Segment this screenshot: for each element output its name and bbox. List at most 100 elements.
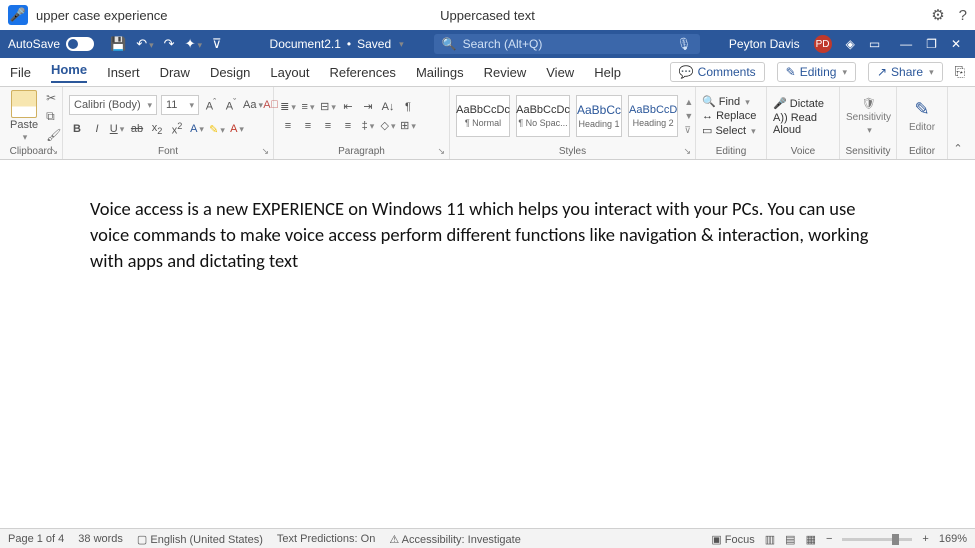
share-button[interactable]: ↗ Share ▾ — [868, 62, 943, 82]
numbering-icon[interactable]: ≡▾ — [300, 101, 316, 113]
ribbon-display-icon[interactable]: ▭ — [869, 37, 880, 51]
tab-design[interactable]: Design — [210, 65, 250, 80]
tab-layout[interactable]: Layout — [270, 65, 309, 80]
zoom-level[interactable]: 169% — [939, 533, 967, 545]
change-case-icon[interactable]: Aa▾ — [243, 99, 259, 111]
style-heading2[interactable]: AaBbCcDHeading 2 — [628, 95, 678, 137]
read-aloud-button[interactable]: A)) Read Aloud — [773, 112, 833, 136]
highlight-icon[interactable]: ✎▾ — [209, 123, 225, 136]
styles-more-icon[interactable]: ⊽ — [684, 125, 693, 136]
status-page[interactable]: Page 1 of 4 — [8, 533, 64, 545]
status-predictions[interactable]: Text Predictions: On — [277, 533, 375, 545]
collapse-ribbon-icon[interactable]: ⌃ — [953, 142, 962, 155]
style-normal[interactable]: AaBbCcDc¶ Normal — [456, 95, 510, 137]
read-mode-icon[interactable]: ▥ — [765, 533, 775, 546]
styles-up-icon[interactable]: ▲ — [684, 97, 693, 107]
strike-icon[interactable]: ab — [129, 123, 145, 135]
dictate-button[interactable]: 🎤 Dictate — [773, 97, 833, 110]
tab-draw[interactable]: Draw — [160, 65, 190, 80]
tab-home[interactable]: Home — [51, 62, 87, 83]
paragraph-launcher[interactable]: ↘ — [437, 146, 445, 157]
document-canvas[interactable]: Voice access is a new EXPERIENCE on Wind… — [0, 160, 975, 528]
tab-insert[interactable]: Insert — [107, 65, 140, 80]
sensitivity-button[interactable]: 🛡 Sensitivity ▾ — [846, 97, 891, 136]
tab-view[interactable]: View — [546, 65, 574, 80]
redo-icon[interactable]: ↷ — [164, 36, 175, 52]
sort-icon[interactable]: A↓ — [380, 101, 396, 113]
align-left-icon[interactable]: ≡ — [280, 120, 296, 132]
text-effects-icon[interactable]: A▾ — [189, 123, 205, 135]
underline-icon[interactable]: U▾ — [109, 123, 125, 135]
editor-button[interactable]: ✎ Editor — [903, 99, 941, 133]
close-button[interactable]: ✕ — [951, 37, 961, 51]
avatar[interactable]: PD — [814, 35, 832, 53]
web-layout-icon[interactable]: ▦ — [806, 533, 816, 546]
focus-mode-button[interactable]: ▣ Focus — [711, 533, 754, 546]
align-right-icon[interactable]: ≡ — [320, 120, 336, 132]
search-mic-icon[interactable]: 🎙 — [676, 37, 691, 51]
undo-icon[interactable]: ↶▾ — [136, 36, 153, 52]
qat-customize-icon[interactable]: ⊽ — [212, 36, 222, 52]
shading-icon[interactable]: ◇▾ — [380, 119, 396, 132]
document-name[interactable]: Document2.1 — [270, 37, 341, 51]
shrink-font-icon[interactable]: Aˇ — [223, 97, 239, 113]
find-button[interactable]: 🔍 Find ▾ — [702, 95, 756, 108]
comments-button[interactable]: 💬 Comments — [670, 62, 765, 82]
present-icon[interactable]: ⎘ — [955, 64, 965, 80]
decrease-indent-icon[interactable]: ⇤ — [340, 100, 356, 113]
styles-launcher[interactable]: ↘ — [683, 146, 691, 157]
clipboard-launcher[interactable]: ↘ — [50, 146, 58, 157]
status-words[interactable]: 38 words — [78, 533, 123, 545]
zoom-out-button[interactable]: − — [826, 533, 832, 545]
qat-more-icon[interactable]: ✦▾ — [185, 36, 202, 52]
tab-mailings[interactable]: Mailings — [416, 65, 464, 80]
superscript-icon[interactable]: x2 — [169, 121, 185, 137]
maximize-button[interactable]: ❐ — [926, 37, 937, 51]
save-icon[interactable]: 💾 — [110, 36, 126, 52]
zoom-in-button[interactable]: + — [922, 533, 928, 545]
search-input[interactable]: 🔍 Search (Alt+Q) 🎙 — [434, 34, 700, 54]
user-name[interactable]: Peyton Davis — [729, 37, 800, 51]
paste-icon[interactable] — [11, 90, 37, 118]
align-center-icon[interactable]: ≡ — [300, 120, 316, 132]
bold-icon[interactable]: B — [69, 123, 85, 135]
style-no-spacing[interactable]: AaBbCcDc¶ No Spac... — [516, 95, 570, 137]
show-marks-icon[interactable]: ¶ — [400, 101, 416, 113]
autosave-toggle[interactable] — [66, 37, 94, 51]
justify-icon[interactable]: ≡ — [340, 120, 356, 132]
bullets-icon[interactable]: ≣▾ — [280, 100, 296, 113]
select-button[interactable]: ▭ Select ▾ — [702, 124, 756, 137]
subscript-icon[interactable]: x2 — [149, 122, 165, 136]
tab-file[interactable]: File — [10, 65, 31, 80]
editing-mode-button[interactable]: ✎ Editing ▾ — [777, 62, 856, 82]
status-accessibility[interactable]: ⚠ Accessibility: Investigate — [389, 533, 521, 546]
cut-icon[interactable]: ✂ — [46, 91, 61, 105]
italic-icon[interactable]: I — [89, 123, 105, 135]
settings-icon[interactable]: ⚙ — [931, 6, 944, 24]
print-layout-icon[interactable]: ▤ — [785, 533, 795, 546]
paste-button[interactable]: Paste — [10, 119, 38, 131]
diamond-icon[interactable]: ◈ — [846, 37, 855, 51]
zoom-slider[interactable] — [842, 538, 912, 541]
multilevel-icon[interactable]: ⊟▾ — [320, 100, 336, 113]
tab-review[interactable]: Review — [484, 65, 527, 80]
style-heading1[interactable]: AaBbCcHeading 1 — [576, 95, 622, 137]
tab-help[interactable]: Help — [594, 65, 621, 80]
copy-icon[interactable]: ⧉ — [46, 109, 61, 124]
styles-down-icon[interactable]: ▼ — [684, 111, 693, 121]
font-size-combo[interactable]: 11▾ — [161, 95, 199, 115]
font-name-combo[interactable]: Calibri (Body)▾ — [69, 95, 157, 115]
minimize-button[interactable]: ― — [900, 37, 912, 51]
line-spacing-icon[interactable]: ‡▾ — [360, 120, 376, 132]
font-launcher[interactable]: ↘ — [261, 146, 269, 157]
format-painter-icon[interactable]: 🖌 — [46, 128, 61, 142]
increase-indent-icon[interactable]: ⇥ — [360, 100, 376, 113]
replace-button[interactable]: ↔ Replace — [702, 110, 756, 122]
document-body-text[interactable]: Voice access is a new EXPERIENCE on Wind… — [90, 196, 895, 274]
tab-references[interactable]: References — [329, 65, 395, 80]
status-lang[interactable]: ▢ English (United States) — [137, 533, 263, 546]
font-color-icon[interactable]: A▾ — [229, 123, 245, 135]
borders-icon[interactable]: ⊞▾ — [400, 119, 416, 132]
help-icon[interactable]: ? — [959, 7, 967, 24]
grow-font-icon[interactable]: Aˆ — [203, 97, 219, 113]
